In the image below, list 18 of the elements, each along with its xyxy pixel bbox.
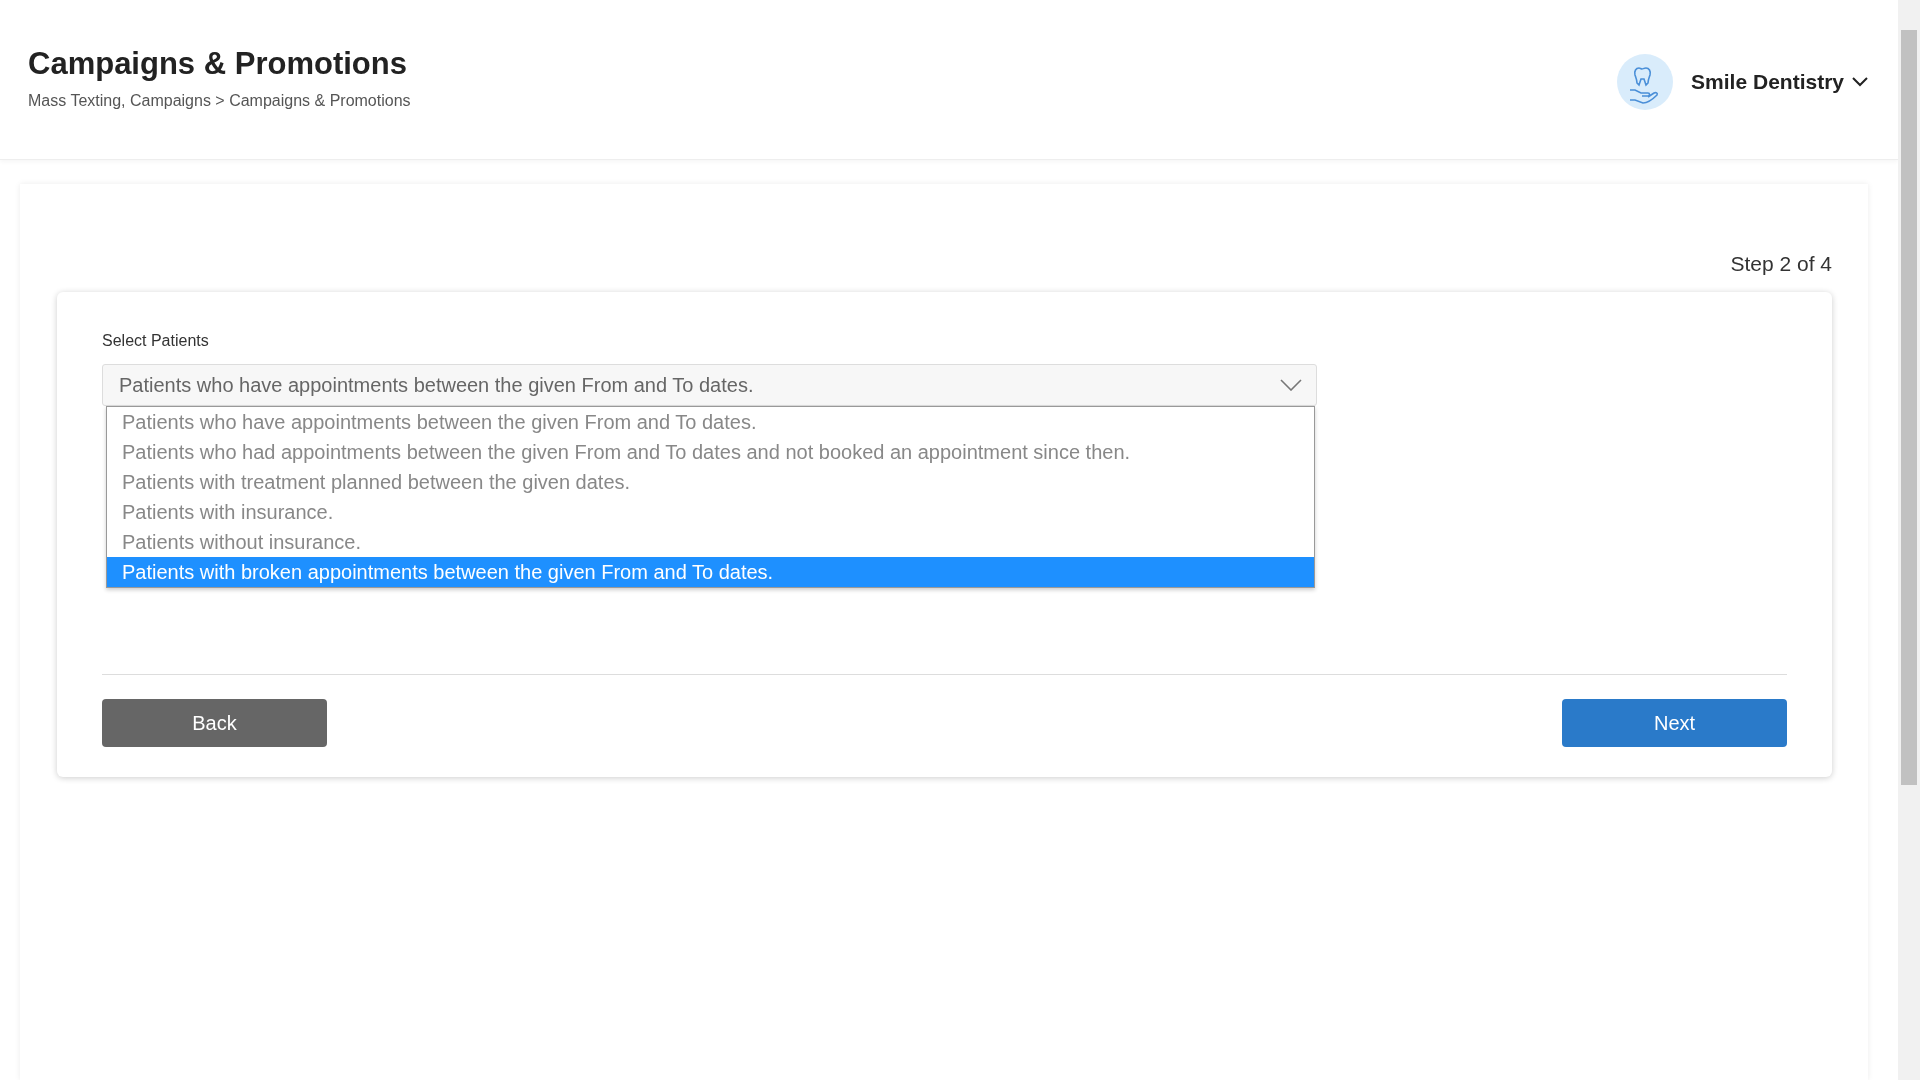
- dropdown-option[interactable]: Patients with insurance.: [107, 497, 1314, 527]
- next-button[interactable]: Next: [1562, 699, 1787, 747]
- chevron-down-icon: [1852, 77, 1868, 87]
- dropdown-option[interactable]: Patients with treatment planned between the given dates.: [107, 467, 1314, 497]
- dropdown-option[interactable]: Patients who have appointments between the given From and To dates.: [107, 407, 1314, 437]
- patients-select[interactable]: Patients who have appointments between the given From and To dates.: [102, 364, 1317, 406]
- dropdown-option[interactable]: Patients without insurance.: [107, 527, 1314, 557]
- tooth-in-hand-icon: [1617, 54, 1674, 110]
- dropdown-option[interactable]: Patients with broken appointments between the given From and To dates.: [107, 557, 1314, 587]
- step-indicator: Step 2 of 4: [1730, 252, 1832, 277]
- chevron-down-icon: [1280, 379, 1302, 391]
- back-button[interactable]: Back: [102, 699, 327, 747]
- page-title: Campaigns & Promotions: [28, 46, 408, 82]
- practice-menu[interactable]: Smile Dentistry: [1691, 70, 1868, 94]
- field-label: Select Patients: [102, 332, 210, 350]
- breadcrumb: Mass Texting, Campaigns > Campaigns & Promotions: [28, 92, 411, 110]
- scrollbar[interactable]: [1898, 0, 1920, 1080]
- dropdown-option[interactable]: Patients who had appointments between the given From and To dates and not booked an appointment since then.: [107, 437, 1314, 467]
